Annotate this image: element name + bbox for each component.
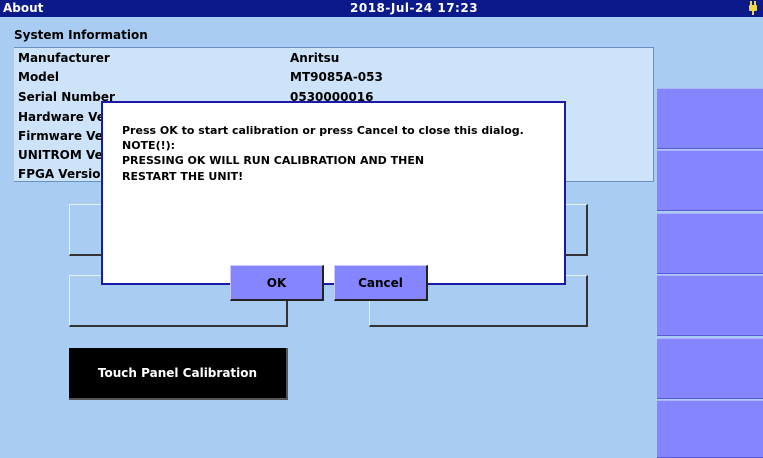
system-information-heading: System Information — [14, 28, 148, 42]
softkey-5[interactable] — [657, 338, 763, 399]
info-label: Model — [18, 70, 60, 84]
dialog-warning-line-2: RESTART THE UNIT! — [122, 170, 244, 183]
softkey-4[interactable] — [657, 275, 763, 336]
ok-button[interactable]: OK — [230, 265, 324, 301]
cancel-button-label: Cancel — [358, 275, 403, 290]
info-label: Manufacturer — [18, 51, 110, 65]
touch-panel-calibration-button[interactable]: Touch Panel Calibration — [69, 348, 288, 400]
softkey-6[interactable] — [657, 400, 763, 458]
calibration-dialog: Press OK to start calibration or press C… — [101, 101, 566, 301]
softkey-3[interactable] — [657, 213, 763, 274]
touch-panel-calibration-label: Touch Panel Calibration — [97, 366, 258, 380]
datetime-display: 2018-Jul-24 17:23 — [350, 1, 479, 15]
dialog-warning-line-1: PRESSING OK WILL RUN CALIBRATION AND THE… — [122, 154, 425, 167]
softkey-1[interactable] — [657, 88, 763, 149]
plug-icon — [749, 1, 757, 15]
info-value: Anritsu — [290, 51, 340, 65]
info-value: MT9085A-053 — [290, 70, 383, 84]
ok-button-label: OK — [266, 275, 287, 290]
title-bar: About 2018-Jul-24 17:23 — [0, 0, 763, 17]
window-title: About — [3, 1, 44, 15]
dialog-note-label: NOTE(!): — [122, 139, 176, 152]
dialog-message: Press OK to start calibration or press C… — [122, 124, 524, 137]
softkey-2[interactable] — [657, 150, 763, 211]
cancel-button[interactable]: Cancel — [334, 265, 428, 301]
